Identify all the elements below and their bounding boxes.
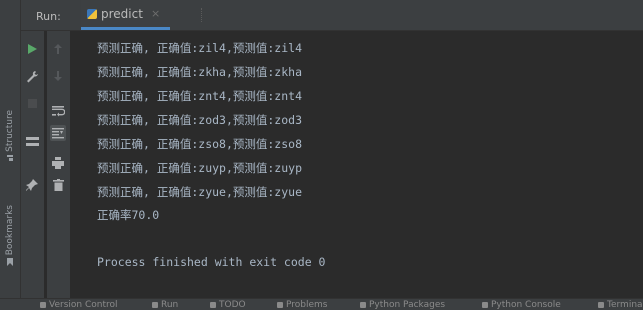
python-file-icon [87, 8, 97, 19]
warning-icon [277, 302, 283, 308]
console-line: 预测正确, 正确值:znt4,预测值:znt4 [97, 89, 303, 103]
terminal-icon [598, 302, 604, 308]
down-arrow-icon [54, 71, 62, 81]
layout-icon [25, 137, 39, 146]
console-line: 预测正确, 正确值:zil4,预测值:zil4 [97, 41, 303, 55]
console-line: 预测正确, 正确值:zyue,预测值:zyue [97, 185, 303, 199]
close-tab-icon[interactable]: × [151, 7, 160, 20]
next-occurrence-button[interactable] [50, 68, 66, 84]
stop-icon [27, 98, 37, 108]
tab-predict-label: predict [101, 6, 143, 21]
wrench-icon [26, 70, 38, 82]
stop-button[interactable] [24, 95, 40, 111]
run-toolbar-primary [21, 31, 44, 298]
process-finished-line: Process finished with exit code 0 [97, 255, 326, 269]
structure-tool-tab[interactable]: Structure [0, 110, 20, 161]
scroll-to-end-button[interactable] [50, 125, 66, 141]
clear-all-button[interactable] [50, 177, 66, 193]
restore-layout-button[interactable] [24, 134, 40, 150]
console-line: 预测正确, 正确值:zkha,预测值:zkha [97, 65, 303, 79]
bookmarks-tool-tab[interactable]: Bookmarks [0, 205, 20, 267]
python-icon [482, 302, 488, 308]
run-icon [152, 302, 158, 308]
run-toolbar-secondary [47, 31, 70, 298]
branch-icon [40, 302, 46, 308]
console-line: 预测正确, 正确值:zod3,预测值:zod3 [97, 113, 303, 127]
run-panel-header: Run: predict × [21, 0, 643, 31]
run-icon [28, 44, 37, 54]
pin-icon [26, 179, 38, 191]
list-icon [210, 302, 216, 308]
soft-wrap-icon [51, 106, 65, 117]
accuracy-line: 正确率70.0 [97, 208, 160, 222]
previous-occurrence-button[interactable] [50, 41, 66, 57]
scroll-to-end-icon [52, 128, 64, 139]
tab-predict[interactable]: predict × [81, 0, 171, 30]
structure-icon [7, 154, 13, 161]
side-tool-stripe: Structure Bookmarks [0, 0, 21, 298]
print-button[interactable] [50, 155, 66, 171]
up-arrow-icon [54, 44, 62, 54]
console-output[interactable]: 预测正确, 正确值:zil4,预测值:zil4 预测正确, 正确值:zkha,预… [71, 31, 643, 298]
console-line: 预测正确, 正确值:zuyp,预测值:zuyp [97, 161, 303, 175]
trash-icon [52, 179, 64, 191]
tab-separator [201, 8, 202, 22]
soft-wrap-button[interactable] [50, 103, 66, 119]
print-icon [52, 157, 64, 169]
bookmarks-tab-label: Bookmarks [5, 205, 15, 256]
pin-tab-button[interactable] [24, 177, 40, 193]
bookmark-icon [7, 258, 13, 267]
run-panel-label: Run: [36, 10, 61, 23]
structure-tab-label: Structure [5, 110, 15, 152]
rerun-button[interactable] [24, 41, 40, 57]
console-line: 预测正确, 正确值:zso8,预测值:zso8 [97, 137, 303, 151]
edit-configuration-button[interactable] [24, 68, 40, 84]
bottom-tool-bar: Version Control Run TODO Problems Python… [0, 298, 643, 310]
package-icon [360, 302, 366, 308]
